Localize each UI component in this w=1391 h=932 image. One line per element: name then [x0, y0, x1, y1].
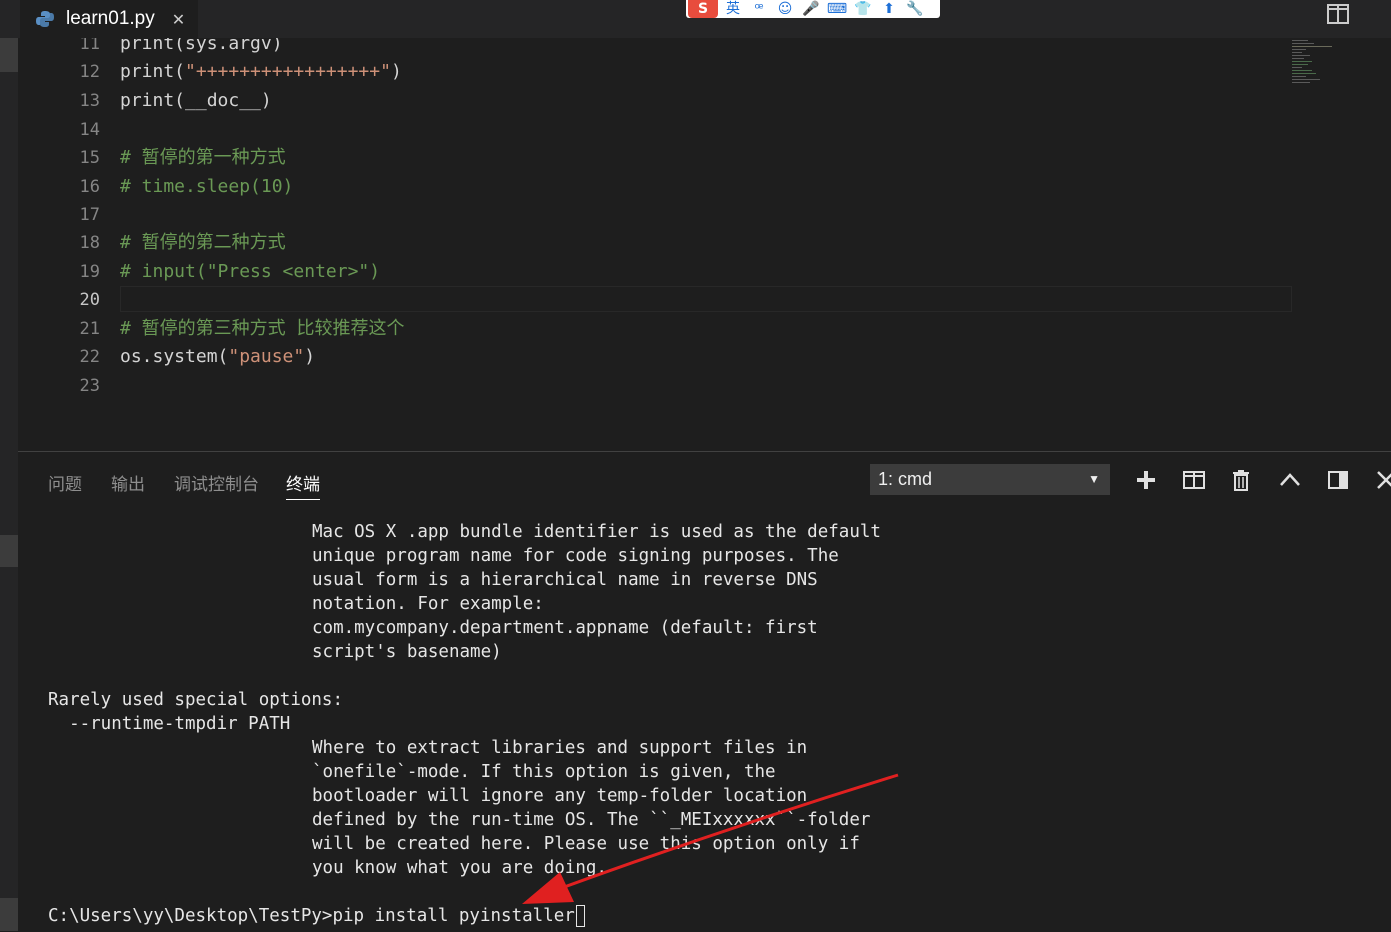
code-text: os.system("pause") [120, 343, 315, 371]
terminal-line: bootloader will ignore any temp-folder l… [312, 786, 808, 806]
terminal-select-value: 1: cmd [878, 469, 933, 489]
tab-close-icon[interactable]: ✕ [172, 10, 185, 29]
ime-upload-icon[interactable]: ⬆ [878, 0, 900, 18]
string-token: "+++++++++++++++++" [185, 61, 391, 82]
ime-punct-icon[interactable]: ꟹ [748, 0, 770, 18]
ime-toolbar: S 英 ꟹ ☺ 🎤 ⌨ 👕 ⬆ 🔧 [686, 0, 940, 18]
new-terminal-icon[interactable] [1134, 468, 1158, 492]
terminal-line: --runtime-tmpdir PATH [48, 714, 291, 734]
terminal-line: Mac OS X .app bundle identifier is used … [312, 522, 881, 542]
tab-debug-console[interactable]: 调试控制台 [174, 470, 259, 495]
string-token: "pause" [228, 346, 305, 367]
code-line: 15 # 暂停的第一种方式 [18, 144, 1391, 172]
code-line: 22 os.system("pause") [18, 343, 1391, 371]
comment-text: # input("Press <enter>") [120, 261, 381, 282]
terminal-command: C:\Users\yy\Desktop\TestPy>pip install p… [48, 906, 575, 926]
dropdown-arrow-icon: ▼ [1088, 472, 1100, 486]
line-number: 15 [79, 148, 100, 168]
close-panel-icon[interactable] [1374, 468, 1391, 492]
terminal-line: unique program name for code signing pur… [312, 546, 839, 566]
terminal-select[interactable]: 1: cmd ▼ [870, 464, 1110, 495]
tab-filename: learn01.py [66, 8, 155, 29]
line-number: 23 [79, 376, 100, 396]
terminal-line: will be created here. Please use this op… [312, 834, 860, 854]
ime-tools-icon[interactable]: 🔧 [904, 0, 926, 18]
terminal-line: com.mycompany.department.appname (defaul… [312, 618, 818, 638]
code-token: ) [390, 61, 402, 82]
comment-text: # time.sleep(10) [120, 176, 294, 197]
bottom-panel: 问题 输出 调试控制台 终端 1: cmd ▼ Mac OS X .app bu… [18, 451, 1391, 932]
split-editor-icon[interactable] [1327, 4, 1349, 24]
comment-text: # 暂停的第三种方式 比较推荐这个 [120, 318, 405, 339]
code-line: 11 print(sys.argv) [18, 38, 1391, 58]
line-number: 13 [79, 91, 100, 111]
line-number: 21 [79, 319, 100, 339]
terminal-line: usual form is a hierarchical name in rev… [312, 570, 818, 590]
line-number: 11 [79, 38, 100, 54]
chevron-up-icon[interactable] [1278, 468, 1302, 492]
line-number: 14 [79, 120, 100, 140]
line-number: 17 [79, 205, 100, 225]
ime-skin-icon[interactable]: 👕 [852, 0, 874, 18]
line-number: 12 [79, 62, 100, 82]
minimap[interactable] [1290, 38, 1370, 88]
terminal-line: notation. For example: [312, 594, 544, 614]
code-line: 13 print(__doc__) [18, 87, 1391, 115]
code-editor[interactable]: 11 print(sys.argv) 12 print("+++++++++++… [18, 38, 1391, 451]
code-line: 14 [18, 116, 1391, 144]
editor-tab[interactable]: learn01.py ✕ [20, 0, 198, 38]
current-line-highlight [120, 286, 1292, 312]
code-line: 23 [18, 372, 1391, 400]
code-text: print(sys.argv) [120, 38, 283, 54]
code-line-active: 20 [18, 286, 1391, 314]
strip-marker [0, 535, 18, 567]
code-line: 19 # input("Press <enter>") [18, 258, 1391, 286]
tab-output[interactable]: 输出 [111, 470, 145, 495]
comment-text: # 暂停的第二种方式 [120, 232, 286, 253]
terminal-line: Rarely used special options: [48, 690, 344, 710]
ime-keyboard-icon[interactable]: ⌨ [826, 0, 848, 18]
comment-text: # 暂停的第一种方式 [120, 147, 286, 168]
strip-marker [0, 38, 18, 72]
tab-problems[interactable]: 问题 [48, 470, 82, 495]
terminal-line: you know what you are doing. [312, 858, 608, 878]
code-text: print(__doc__) [120, 90, 272, 111]
terminal-line: defined by the run-time OS. The ``_MEIxx… [312, 810, 871, 830]
code-line: 21 # 暂停的第三种方式 比较推荐这个 [18, 315, 1391, 343]
toggle-panel-position-icon[interactable] [1326, 468, 1350, 492]
tab-terminal[interactable]: 终端 [286, 470, 320, 500]
code-token: ) [304, 346, 316, 367]
terminal-line: script's basename) [312, 642, 502, 662]
ime-emoji-icon[interactable]: ☺ [774, 0, 796, 18]
line-number: 20 [79, 290, 100, 310]
terminal-line: Where to extract libraries and support f… [312, 738, 808, 758]
code-token: os.system( [120, 346, 229, 367]
ime-voice-icon[interactable]: 🎤 [800, 0, 822, 18]
code-line: 18 # 暂停的第二种方式 [18, 229, 1391, 257]
terminal-output[interactable]: Mac OS X .app bundle identifier is used … [48, 520, 881, 880]
code-line: 12 print("+++++++++++++++++") [18, 58, 1391, 86]
ime-logo[interactable]: S [688, 0, 718, 18]
ime-lang-icon[interactable]: 英 [722, 0, 744, 18]
split-terminal-icon[interactable] [1182, 468, 1206, 492]
line-number: 18 [79, 233, 100, 253]
trash-icon[interactable] [1229, 468, 1253, 492]
terminal-line: `onefile`-mode. If this option is given,… [312, 762, 776, 782]
code-token: print( [120, 61, 186, 82]
code-line: 17 [18, 201, 1391, 229]
line-number: 19 [79, 262, 100, 282]
line-number: 22 [79, 347, 100, 367]
strip-marker [0, 898, 18, 931]
tab-bar: learn01.py ✕ S 英 ꟹ ☺ 🎤 ⌨ 👕 ⬆ 🔧 [0, 0, 1391, 38]
code-text: print("+++++++++++++++++") [120, 58, 402, 86]
code-line: 16 # time.sleep(10) [18, 173, 1391, 201]
terminal-prompt-line[interactable]: C:\Users\yy\Desktop\TestPy>pip install p… [48, 904, 585, 928]
line-number: 16 [79, 177, 100, 197]
activity-strip [0, 38, 18, 931]
python-file-icon [36, 11, 54, 27]
terminal-cursor [575, 905, 585, 927]
